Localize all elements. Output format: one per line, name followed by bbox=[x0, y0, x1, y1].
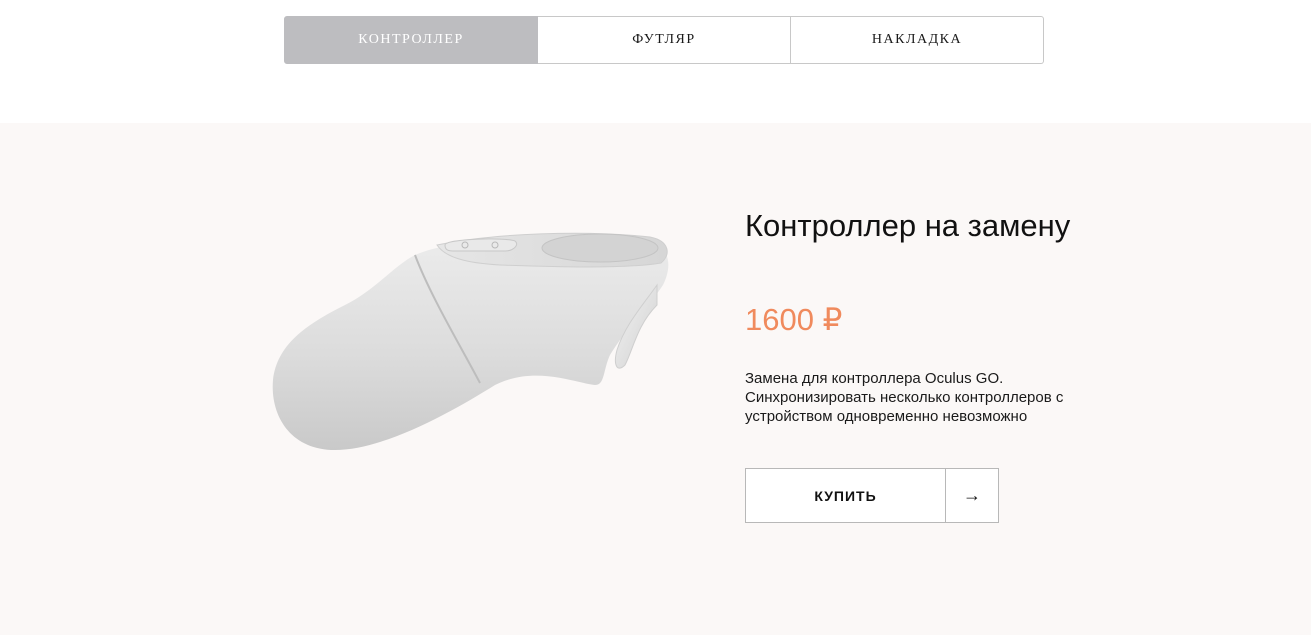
product-title: Контроллер на замену bbox=[745, 208, 1071, 243]
product-price: 1600 ₽ bbox=[745, 302, 843, 337]
buy-button[interactable]: КУПИТЬ → bbox=[745, 468, 999, 523]
product-description: Замена для контроллера Oculus GO. Синхро… bbox=[745, 370, 1064, 425]
product-image bbox=[272, 232, 669, 450]
tab-controller[interactable]: КОНТРОЛЛЕР bbox=[284, 16, 538, 64]
arrow-right-icon[interactable]: → bbox=[946, 469, 998, 522]
tab-case[interactable]: ФУТЛЯР bbox=[538, 16, 791, 64]
buy-button-label[interactable]: КУПИТЬ bbox=[746, 469, 946, 522]
tab-bar: КОНТРОЛЛЕР ФУТЛЯР НАКЛАДКА bbox=[284, 16, 1044, 64]
tab-cover[interactable]: НАКЛАДКА bbox=[791, 16, 1044, 64]
